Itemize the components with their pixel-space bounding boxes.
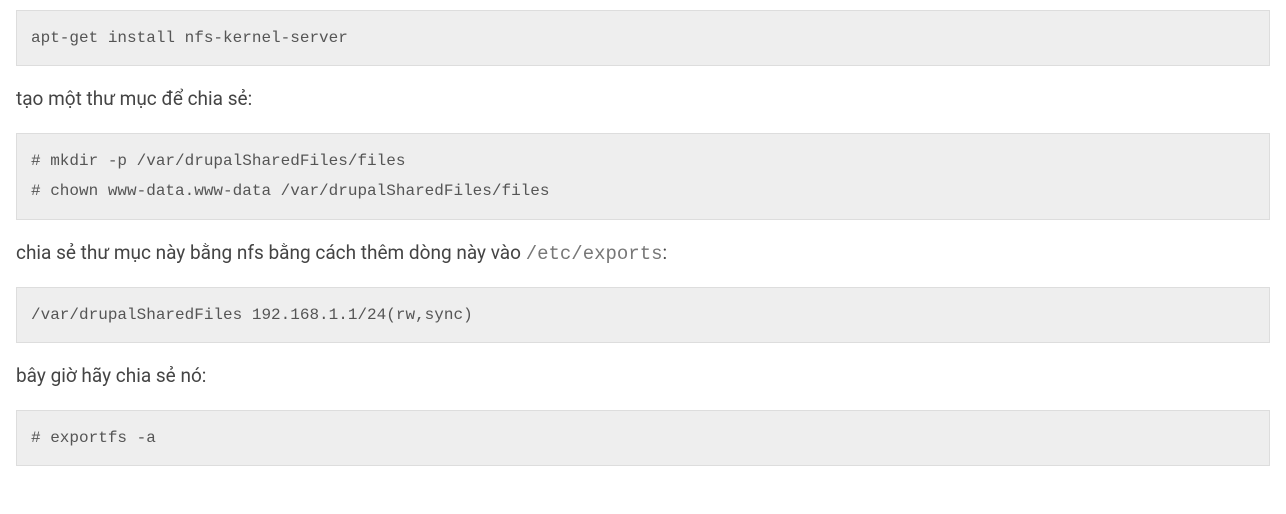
paragraph-now-share: bây giờ hãy chia sẻ nó: [16,361,1270,391]
paragraph-share-dir: chia sẻ thư mục này bằng nfs bằng cách t… [16,238,1270,269]
code-block-install: apt-get install nfs-kernel-server [16,10,1270,66]
code-block-exportfs: # exportfs -a [16,410,1270,466]
paragraph-share-prefix: chia sẻ thư mục này bằng nfs bằng cách t… [16,241,526,264]
paragraph-create-dir: tạo một thư mục để chia sẻ: [16,84,1270,114]
code-block-exports: /var/drupalSharedFiles 192.168.1.1/24(rw… [16,287,1270,343]
paragraph-share-suffix: : [663,241,668,264]
inline-code-exports: /etc/exports [526,243,663,265]
code-block-mkdir: # mkdir -p /var/drupalSharedFiles/files … [16,133,1270,220]
